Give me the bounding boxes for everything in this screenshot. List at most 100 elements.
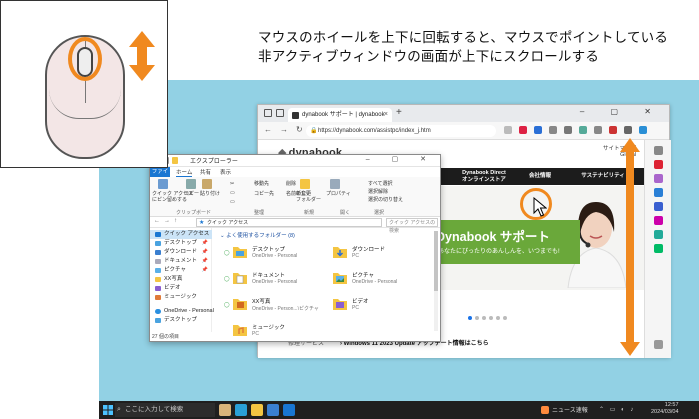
invert-selection-button[interactable]: 選択の切り替え (368, 197, 403, 203)
url-field[interactable]: 🔒 https://dynabook.com/assistpc/index_j.… (306, 125, 496, 137)
mail-icon[interactable] (283, 404, 295, 416)
carousel-dot[interactable] (489, 316, 493, 320)
nav-quick-access[interactable]: クイック アクセス (150, 230, 212, 239)
folder-tile[interactable]: ピクチャ OneDrive - Personal (324, 268, 414, 294)
settings-icon[interactable] (654, 340, 663, 349)
new-folder-icon[interactable] (300, 179, 310, 189)
nav-desktop[interactable]: デスクトップ 📌 (150, 239, 212, 248)
folder-name: ビデオ (352, 299, 369, 305)
extension-icon[interactable] (519, 126, 527, 134)
window-controls[interactable]: – ▢ ✕ (580, 107, 663, 116)
read-aloud-icon[interactable] (504, 126, 512, 134)
shopping-icon[interactable] (654, 160, 663, 169)
folder-tile[interactable]: ◯ XX写真 OneDrive - Person...\ピクチャ (224, 294, 319, 320)
edge-icon[interactable] (235, 404, 247, 416)
system-tray[interactable]: ⌃ ▭ ◐ ♪ (599, 406, 635, 413)
carousel-dot[interactable] (468, 316, 472, 320)
copy-icon[interactable] (186, 179, 196, 189)
folder-tile[interactable]: ◯ デスクトップ OneDrive - Personal (224, 242, 314, 268)
paste-button[interactable]: 貼り付け (200, 191, 220, 197)
copilot-icon[interactable] (639, 126, 647, 134)
workspace-icon[interactable] (264, 109, 272, 117)
explorer-nav-buttons[interactable]: ←→↑ (154, 218, 181, 224)
properties-icon[interactable] (330, 179, 340, 189)
nav-pictures[interactable]: ピクチャ 📌 (150, 266, 212, 275)
delete-button[interactable]: 削除 (286, 181, 296, 187)
paste-shortcut-icon[interactable]: ▭ (230, 199, 235, 205)
taskbar-search-input[interactable]: ⌕ ここに入力して検索 (115, 403, 215, 417)
nav-xx-photos[interactable]: XX写真 (150, 275, 212, 284)
carousel-dot[interactable] (482, 316, 486, 320)
search-icon[interactable] (654, 146, 663, 155)
folder-tile[interactable]: ◯ ドキュメント OneDrive - Personal (224, 268, 314, 294)
nav-videos[interactable]: ビデオ (150, 284, 212, 293)
task-view-icon[interactable] (219, 404, 231, 416)
carousel-dot[interactable] (475, 316, 479, 320)
tab-home[interactable]: ホーム (176, 168, 193, 177)
properties-button[interactable]: プロパティ (326, 191, 351, 197)
drop-icon[interactable] (654, 230, 663, 239)
caption-line-1: マウスのホイールを上下に回転すると、マウスでポイントしている (258, 30, 669, 45)
folder-tile[interactable]: ビデオ PC (324, 294, 414, 320)
new-folder-icon[interactable] (172, 157, 178, 164)
pin-icon: 📌 (201, 240, 208, 246)
tab-close-icon[interactable]: × (384, 108, 388, 122)
select-all-button[interactable]: すべて選択 (368, 181, 392, 187)
tab-actions-icon[interactable] (276, 109, 284, 117)
split-screen-icon[interactable] (549, 126, 557, 134)
nav-documents[interactable]: ドキュメント 📌 (150, 257, 212, 266)
file-explorer-window[interactable]: エクスプローラー – ▢ ✕ ファイル ホーム 共有 表示 クイック アクセス … (149, 154, 441, 342)
tab-file[interactable]: ファイル (150, 167, 170, 185)
windows-start-icon[interactable] (103, 405, 113, 415)
move-to-button[interactable]: 移動先 (254, 181, 269, 187)
carousel-dots[interactable] (468, 316, 507, 320)
explorer-search-input[interactable]: クイック アクセスの検索 (386, 218, 438, 234)
folder-tile[interactable]: ミュージック PC (224, 320, 314, 346)
favorite-star-icon[interactable] (534, 126, 542, 134)
office-icon[interactable] (654, 202, 663, 211)
favorites-icon[interactable] (564, 126, 572, 134)
extensions-icon[interactable] (594, 126, 602, 134)
new-folder-button[interactable]: 新しい フォルダー (296, 191, 321, 203)
tab-view[interactable]: 表示 (220, 168, 231, 176)
pin-icon[interactable] (158, 179, 168, 189)
explorer-title: エクスプローラー (190, 159, 238, 165)
folder-tile[interactable]: ダウンロード PC (324, 242, 414, 268)
nav-item-company[interactable]: 会社情報 (520, 173, 560, 180)
designer-icon[interactable] (654, 244, 663, 253)
store-icon[interactable] (267, 404, 279, 416)
pictures-folder-icon (333, 273, 347, 284)
copy-button[interactable]: コピー (184, 191, 199, 197)
select-none-button[interactable]: 選択解除 (368, 189, 388, 195)
frequent-folders-header[interactable]: ⌄ よく使用するフォルダー (8) (220, 231, 295, 239)
copy-to-button[interactable]: コピー先 (254, 191, 274, 197)
explorer-window-controls[interactable]: – ▢ ✕ (366, 155, 436, 163)
tab-share[interactable]: 共有 (200, 168, 211, 176)
nav-music[interactable]: ミュージック (150, 293, 212, 302)
copy-path-icon[interactable]: ▭ (230, 190, 235, 196)
menu-icon[interactable] (624, 126, 632, 134)
sync-check-icon: ◯ (224, 250, 230, 256)
nav-onedrive-desktop[interactable]: デスクトップ (150, 316, 212, 325)
collections-icon[interactable] (579, 126, 587, 134)
profile-icon[interactable] (609, 126, 617, 134)
games-icon[interactable] (654, 188, 663, 197)
file-explorer-icon[interactable] (251, 404, 263, 416)
tools-icon[interactable] (654, 174, 663, 183)
browser-nav-buttons[interactable]: ←→↻ (264, 125, 311, 134)
browser-tab[interactable]: dynabook サポート | dynabook × (288, 108, 392, 122)
new-tab-button[interactable]: + (396, 107, 402, 118)
nav-downloads[interactable]: ダウンロード 📌 (150, 248, 212, 257)
cut-icon[interactable]: ✂ (230, 181, 234, 187)
explorer-address-bar[interactable]: ★ クイック アクセス (196, 218, 382, 227)
news-widget[interactable]: ニュース速報 (541, 405, 588, 415)
music-folder-icon (233, 325, 247, 336)
clock[interactable]: 12:57 2024/03/04 (651, 402, 679, 416)
explorer-scrollbar[interactable] (434, 231, 438, 331)
nav-onedrive[interactable]: OneDrive - Personal (150, 307, 214, 316)
paste-icon[interactable] (202, 179, 212, 189)
outlook-icon[interactable] (654, 216, 663, 225)
carousel-dot[interactable] (503, 316, 507, 320)
nav-item-direct-store[interactable]: Dynabook Direct オンラインストア (458, 170, 510, 183)
carousel-dot[interactable] (496, 316, 500, 320)
